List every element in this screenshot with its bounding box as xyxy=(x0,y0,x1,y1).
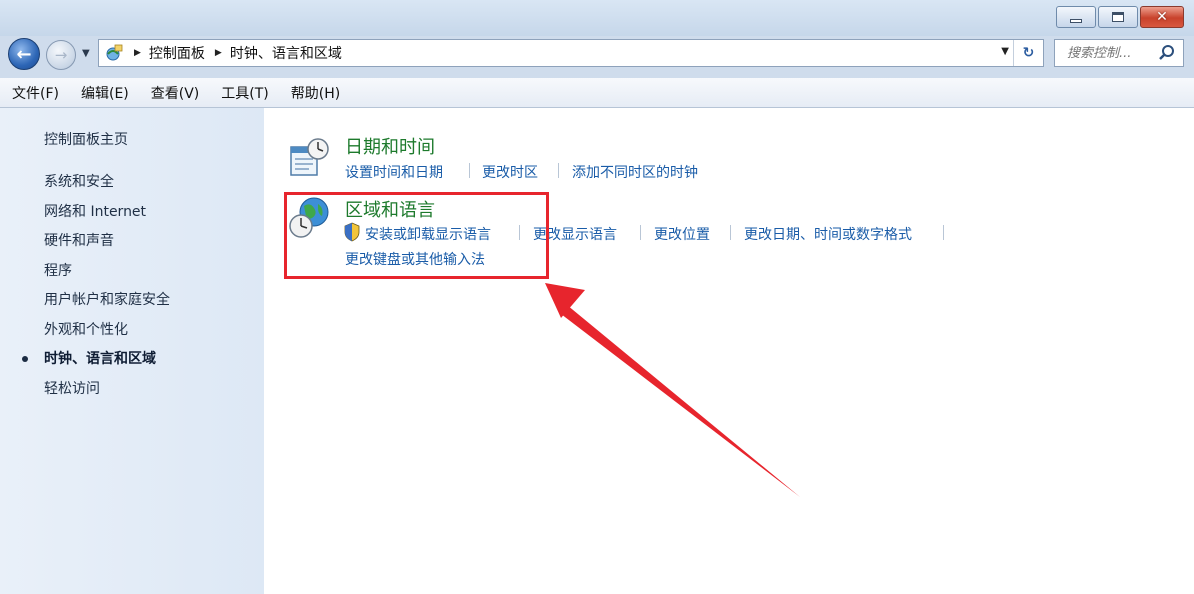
annotation-arrow-icon xyxy=(545,283,800,497)
